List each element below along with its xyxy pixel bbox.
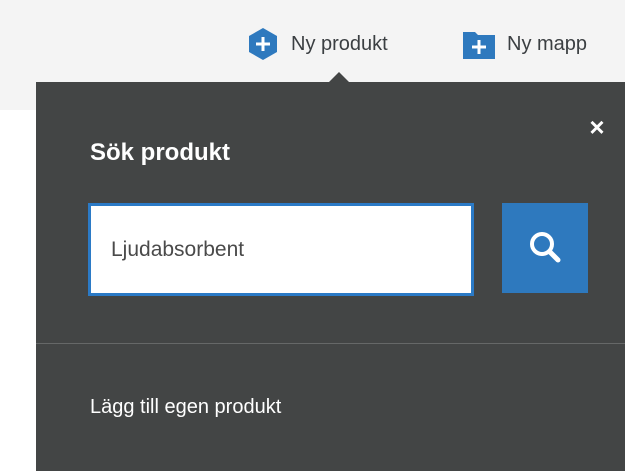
new-folder-label: Ny mapp <box>507 32 588 55</box>
search-input[interactable] <box>88 203 474 296</box>
add-own-product-link[interactable]: Lägg till egen produkt <box>90 396 281 419</box>
search-button[interactable] <box>502 203 588 293</box>
popover-title: Sök produkt <box>90 139 231 166</box>
divider <box>36 343 625 344</box>
close-button[interactable]: × <box>582 112 612 142</box>
hexagon-plus-icon <box>245 26 281 62</box>
new-product-label: Ny produkt <box>291 32 388 55</box>
new-folder-button[interactable]: Ny mapp <box>461 25 587 63</box>
search-icon <box>528 230 562 267</box>
new-product-button[interactable]: Ny produkt <box>245 25 388 63</box>
folder-plus-icon <box>461 26 497 62</box>
